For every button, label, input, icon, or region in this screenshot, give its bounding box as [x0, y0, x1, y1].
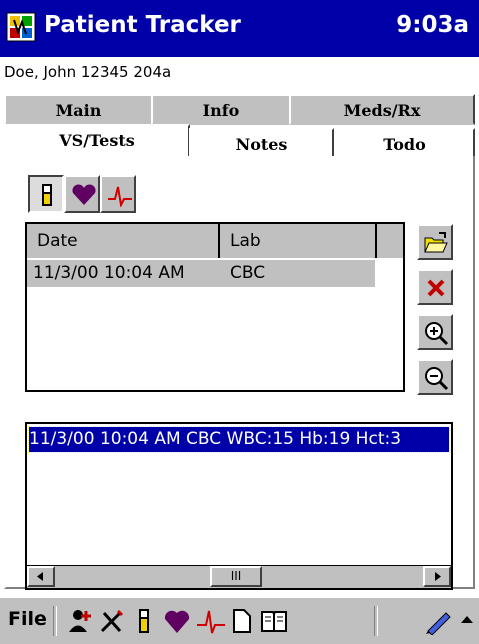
heart-icon[interactable]	[162, 607, 192, 635]
detail-line-selected[interactable]: 11/3/00 10:04 AM CBC WBC:15 Hb:19 Hct:3	[28, 426, 450, 453]
scroll-right-button[interactable]	[423, 566, 451, 587]
heart-icon	[72, 184, 96, 205]
column-header-date[interactable]: Date	[27, 224, 220, 258]
tab-meds-rx[interactable]: Meds/Rx	[289, 94, 475, 125]
tab-notes[interactable]: Notes	[189, 128, 334, 159]
test-tube-icon[interactable]	[130, 607, 158, 635]
ecg-toggle-button[interactable]	[100, 175, 136, 213]
command-bar: File	[0, 596, 479, 644]
procedure-icon[interactable]	[98, 607, 126, 635]
vitals-toggle-button[interactable]	[64, 175, 100, 213]
tab-vs-tests[interactable]: VS/Tests	[4, 124, 190, 158]
patient-add-icon[interactable]	[66, 607, 94, 635]
zoom-out-icon	[425, 367, 449, 391]
zoom-out-button[interactable]	[417, 359, 453, 395]
ecg-icon	[108, 186, 132, 207]
app-logo-icon[interactable]	[6, 12, 36, 42]
lab-list[interactable]: Date Lab 11/3/00 10:04 AM CBC	[25, 222, 405, 392]
row-date: 11/3/00 10:04 AM	[33, 263, 185, 283]
delete-x-icon	[427, 279, 445, 297]
scroll-thumb[interactable]: III	[210, 566, 262, 587]
patient-info: Doe, John 12345 204a	[4, 63, 172, 81]
tab-info[interactable]: Info	[151, 94, 291, 125]
separator	[53, 606, 57, 636]
zoom-in-icon	[425, 322, 449, 346]
clock[interactable]: 9:03a	[396, 12, 469, 38]
up-arrow-icon[interactable]	[458, 607, 476, 635]
row-lab: CBC	[230, 263, 266, 283]
open-button[interactable]	[417, 224, 453, 260]
zoom-in-button[interactable]	[417, 314, 453, 350]
test-tube-icon	[42, 184, 52, 206]
file-menu[interactable]: File	[8, 608, 47, 630]
left-arrow-icon	[37, 572, 43, 581]
tab-main[interactable]: Main	[4, 94, 153, 125]
table-row[interactable]: 11/3/00 10:04 AM CBC	[27, 260, 375, 287]
document-icon[interactable]	[230, 607, 254, 635]
column-header-lab[interactable]: Lab	[220, 224, 377, 258]
app-title: Patient Tracker	[44, 12, 241, 38]
detail-list[interactable]: 11/3/00 10:04 AM CBC WBC:15 Hb:19 Hct:3 …	[25, 422, 453, 590]
delete-button[interactable]	[417, 269, 453, 305]
book-icon[interactable]	[260, 607, 288, 635]
right-arrow-icon	[435, 572, 441, 581]
open-folder-icon	[424, 232, 448, 253]
pen-icon[interactable]	[424, 607, 454, 635]
tab-todo[interactable]: Todo	[334, 128, 475, 159]
ecg-icon[interactable]	[196, 607, 226, 635]
horizontal-scrollbar[interactable]: III	[27, 565, 451, 588]
column-header-filler	[377, 224, 403, 258]
lab-toggle-button[interactable]	[28, 175, 64, 213]
separator	[374, 606, 378, 636]
title-bar: Patient Tracker 9:03a	[0, 0, 479, 57]
scroll-left-button[interactable]	[27, 566, 55, 587]
